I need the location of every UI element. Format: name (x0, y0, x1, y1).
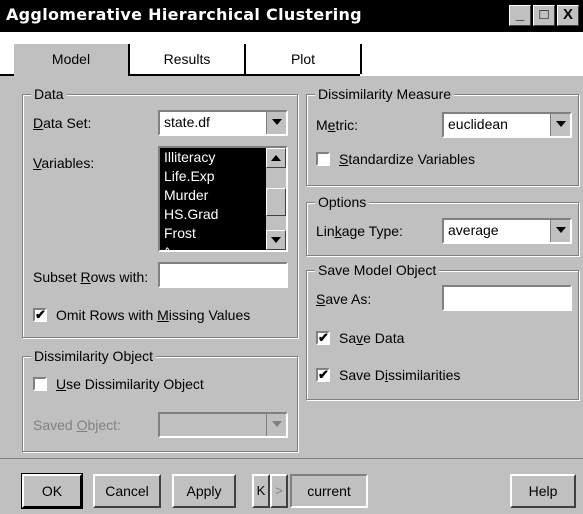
tab-results[interactable]: Results (130, 44, 244, 74)
dissimilarity-object-legend: Dissimilarity Object (31, 348, 157, 364)
cancel-button[interactable]: Cancel (93, 474, 161, 508)
linkage-dropdown[interactable]: average (442, 218, 572, 244)
use-dissimilarity-object-checkbox[interactable] (33, 377, 47, 391)
save-data-label[interactable]: Save Data (339, 329, 404, 347)
chevron-down-icon[interactable] (266, 112, 286, 134)
variables-listbox[interactable]: Illiteracy Life.Exp Murder HS.Grad Frost… (158, 146, 288, 252)
tab-divider (360, 44, 362, 74)
save-as-label: Save As: (316, 291, 372, 307)
linkage-value: average (448, 222, 499, 238)
ok-button[interactable]: OK (21, 473, 83, 509)
subset-rows-input[interactable] (158, 262, 288, 288)
chevron-down-icon[interactable] (266, 414, 286, 436)
dissimilarity-measure-legend: Dissimilarity Measure (315, 86, 455, 102)
options-legend: Options (315, 194, 370, 210)
data-group-legend: Data (31, 86, 67, 102)
omit-rows-checkbox[interactable]: ✔ (33, 308, 47, 322)
tab-model[interactable]: Model (14, 44, 128, 76)
minimize-button[interactable]: _ (509, 5, 531, 26)
saved-object-dropdown[interactable] (158, 412, 288, 438)
metric-dropdown[interactable]: euclidean (442, 112, 572, 138)
tab-baseline (0, 74, 14, 76)
tab-baseline (128, 74, 360, 76)
chevron-up-icon (271, 155, 281, 161)
current-button[interactable]: current (290, 474, 368, 508)
scroll-down-button[interactable] (266, 230, 286, 250)
tab-plot[interactable]: Plot (246, 44, 360, 74)
dissimilarity-measure-group (306, 94, 579, 186)
tab-results-label: Results (163, 51, 211, 67)
tab-model-label: Model (51, 51, 91, 67)
minimize-icon: _ (515, 6, 525, 23)
save-as-input[interactable] (442, 285, 572, 311)
maximize-button[interactable]: □ (533, 5, 555, 26)
save-dissimilarities-checkbox[interactable]: ✔ (316, 368, 330, 382)
dataset-label: Data Set: (33, 115, 92, 131)
omit-rows-label[interactable]: Omit Rows with Missing Values (56, 306, 250, 324)
metric-label: Metric: (316, 117, 359, 133)
standardize-label[interactable]: Standardize Variables (339, 150, 475, 168)
scroll-thumb[interactable] (266, 188, 286, 216)
chevron-down-icon[interactable] (550, 220, 570, 242)
dataset-value: state.df (164, 114, 210, 130)
variables-label: Variables: (33, 155, 95, 171)
close-icon: X (562, 6, 573, 23)
dataset-dropdown[interactable]: state.df (158, 110, 288, 136)
chevron-down-icon[interactable] (550, 114, 570, 136)
chevron-down-icon (271, 237, 281, 243)
help-button[interactable]: Help (510, 474, 576, 508)
next-button[interactable]: > (270, 474, 288, 508)
subset-label: Subset Rows with: (33, 269, 149, 285)
window-title: Agglomerative Hierarchical Clustering (6, 5, 362, 24)
metric-value: euclidean (448, 116, 508, 132)
tab-plot-label: Plot (290, 51, 316, 67)
saved-object-label: Saved Object: (33, 417, 121, 433)
save-data-checkbox[interactable]: ✔ (316, 331, 330, 345)
dialog-window: Agglomerative Hierarchical Clustering _ … (0, 0, 583, 514)
variables-scrollbar[interactable] (266, 148, 286, 250)
close-button[interactable]: X (557, 5, 579, 26)
previous-button[interactable]: K (252, 474, 270, 508)
maximize-icon: □ (539, 6, 549, 23)
save-dissimilarities-label[interactable]: Save Dissimilarities (339, 366, 460, 384)
use-dissimilarity-object-label[interactable]: Use Dissimilarity Object (56, 375, 204, 393)
apply-button[interactable]: Apply (172, 474, 236, 508)
title-bar[interactable]: Agglomerative Hierarchical Clustering _ … (0, 0, 583, 32)
scroll-up-button[interactable] (266, 148, 286, 168)
save-model-object-legend: Save Model Object (315, 262, 440, 278)
standardize-checkbox[interactable] (316, 152, 330, 166)
linkage-label: Linkage Type: (316, 223, 403, 239)
